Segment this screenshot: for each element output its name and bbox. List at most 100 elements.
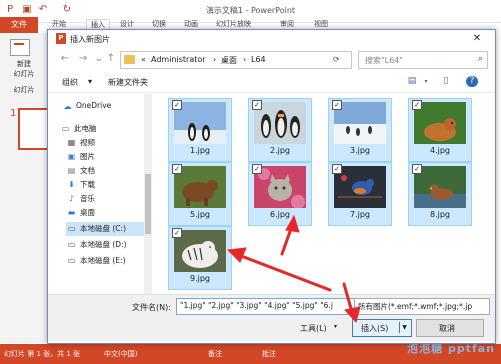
nav-scrollbar-thumb[interactable] (145, 174, 151, 234)
view-options-icon[interactable]: ▤ (406, 76, 418, 87)
nav-item-label: 文档 (80, 166, 95, 175)
search-box[interactable]: 搜索"L64" ⌕ (358, 51, 488, 69)
file-name: 3.jpg (349, 146, 370, 155)
nav-item-drive-c[interactable]: ▭ 本地磁盘 (C:) (66, 222, 148, 236)
breadcrumb-administrator[interactable]: Administrator (151, 55, 206, 64)
nav-item-label: 本地磁盘 (D:) (80, 240, 127, 249)
drive-icon: ▭ (67, 256, 76, 265)
slide-thumbnail[interactable] (18, 108, 50, 150)
dialog-bottom-panel: 文件名(N): "1.jpg" "2.jpg" "3.jpg" "4.jpg" … (48, 294, 495, 341)
file-checkbox[interactable]: ✓ (172, 100, 182, 110)
tab-transitions[interactable]: 切换 (152, 19, 166, 29)
file-item-1[interactable]: ✓ 1.jpg (168, 98, 232, 162)
file-checkbox[interactable]: ✓ (252, 164, 262, 174)
file-type-value: 所有图片(*.emf;*.wmf;*.jpg;*.jp (358, 302, 473, 311)
nav-scrollbar[interactable] (144, 94, 152, 294)
tab-home[interactable]: 开始 (52, 19, 66, 29)
filename-input[interactable]: "1.jpg" "2.jpg" "3.jpg" "4.jpg" "5.jpg" … (176, 298, 356, 315)
tab-review[interactable]: 审阅 (280, 19, 294, 29)
breadcrumb-l64[interactable]: L64 (251, 55, 266, 64)
search-input[interactable]: 搜索"L64" (365, 55, 403, 66)
tools-chevron-icon[interactable]: ▾ (334, 323, 337, 330)
file-checkbox[interactable]: ✓ (332, 164, 342, 174)
new-folder-button[interactable]: 新建文件夹 (108, 77, 148, 88)
insert-dropdown-icon[interactable]: ▼ (399, 322, 409, 333)
filename-label: 文件名(N): (132, 303, 171, 312)
close-icon[interactable]: ✕ (465, 31, 489, 47)
status-comments[interactable]: 批注 (262, 349, 276, 359)
video-icon: ▦ (67, 138, 76, 147)
view-chevron-icon[interactable]: ▾ (420, 76, 432, 87)
tab-design[interactable]: 设计 (120, 19, 134, 29)
address-bar[interactable]: « Administrator › 桌面 › L64 ⟳ (120, 51, 352, 69)
drive-icon: ▭ (67, 240, 76, 249)
file-type-select[interactable]: 所有图片(*.emf;*.wmf;*.jpg;*.jp (354, 298, 490, 315)
file-item-4[interactable]: ✓ 4.jpg (408, 98, 472, 162)
nav-item-this-pc[interactable]: ▭ 此电脑 (60, 122, 152, 136)
breadcrumb-prefix: « (141, 55, 146, 64)
file-checkbox[interactable]: ✓ (412, 164, 422, 174)
nav-item-label: 桌面 (80, 208, 95, 217)
dialog-title: 插入新图片 (70, 35, 110, 44)
file-item-8[interactable]: ✓ 8.jpg (408, 162, 472, 226)
status-notes[interactable]: 备注 (208, 349, 222, 359)
search-icon: ⌕ (477, 54, 483, 64)
tab-file[interactable]: 文件 (0, 17, 38, 33)
dialog-toolbar: 组织 ▾ 新建文件夹 ▤ ▾ ▯ ? (48, 72, 495, 93)
file-name: 9.jpg (189, 274, 210, 283)
file-item-3[interactable]: ✓ 3.jpg (328, 98, 392, 162)
file-item-5[interactable]: ✓ 5.jpg (168, 162, 232, 226)
file-item-6[interactable]: ✓ 6.jpg (248, 162, 312, 226)
picture-icon: ▣ (67, 152, 76, 161)
file-item-7[interactable]: ✓ 7.jpg (328, 162, 392, 226)
forward-arrow-icon[interactable]: → (76, 52, 90, 66)
nav-item-label: 此电脑 (74, 124, 97, 133)
breadcrumb-desktop[interactable]: 桌面 (221, 55, 237, 66)
filename-value: "1.jpg" "2.jpg" "3.jpg" "4.jpg" "5.jpg" … (180, 301, 333, 310)
address-row: ← → ⌄ ↑ « Administrator › 桌面 › L64 ⟳ 搜索"… (48, 50, 495, 70)
preview-pane-icon[interactable]: ▯ (440, 76, 452, 87)
nav-item-label: OneDrive (76, 101, 112, 110)
insert-button[interactable]: 插入(S) ▼ (352, 319, 412, 337)
file-name: 6.jpg (269, 210, 290, 219)
insert-button-label: 插入(S) (361, 324, 389, 333)
nav-item-onedrive[interactable]: ☁ OneDrive (62, 100, 154, 114)
new-slide-icon[interactable] (10, 39, 30, 56)
help-icon[interactable]: ? (466, 76, 478, 87)
organize-chevron-icon[interactable]: ▾ (88, 77, 92, 86)
music-icon: ♪ (68, 194, 75, 203)
tab-animations[interactable]: 动画 (184, 19, 198, 29)
file-checkbox[interactable]: ✓ (412, 100, 422, 110)
desktop-icon: ▬ (67, 208, 76, 217)
tools-button[interactable]: 工具(L) (300, 323, 327, 334)
folder-icon (124, 55, 135, 64)
status-language[interactable]: 中文(中国) (104, 349, 137, 359)
file-name: 7.jpg (349, 210, 370, 219)
file-checkbox[interactable]: ✓ (332, 100, 342, 110)
refresh-icon[interactable]: ⟳ (333, 55, 340, 64)
file-item-9[interactable]: ✓ 9.jpg (168, 226, 232, 290)
breadcrumb-separator-icon: › (243, 55, 247, 64)
file-name: 8.jpg (429, 210, 450, 219)
new-slide-label[interactable]: 新建 (2, 59, 46, 69)
tab-view[interactable]: 视图 (314, 19, 328, 29)
cancel-button[interactable]: 取消 (416, 319, 484, 337)
document-icon: ▤ (67, 166, 76, 175)
file-checkbox[interactable]: ✓ (252, 100, 262, 110)
slide-number: 1 (10, 108, 17, 119)
file-checkbox[interactable]: ✓ (172, 228, 182, 238)
powerpoint-dialog-icon: P (56, 33, 66, 44)
dialog-title-bar: P 插入新图片 ✕ (48, 30, 495, 48)
file-name: 2.jpg (269, 146, 290, 155)
file-item-2[interactable]: ✓ 2.jpg (248, 98, 312, 162)
back-arrow-icon[interactable]: ← (58, 52, 72, 66)
up-arrow-icon[interactable]: ↑ (104, 52, 118, 66)
organize-button[interactable]: 组织 (62, 77, 78, 88)
new-slide-label-2[interactable]: 幻灯片 (2, 69, 46, 79)
tab-slideshow[interactable]: 幻灯片放映 (216, 19, 251, 29)
nav-item-label: 本地磁盘 (C:) (80, 224, 126, 233)
insert-picture-dialog: P 插入新图片 ✕ ← → ⌄ ↑ « Administrator › 桌面 ›… (47, 29, 496, 344)
file-checkbox[interactable]: ✓ (172, 164, 182, 174)
slides-group-label: 幻灯片 (13, 86, 35, 94)
breadcrumb-separator-icon: › (213, 55, 217, 64)
